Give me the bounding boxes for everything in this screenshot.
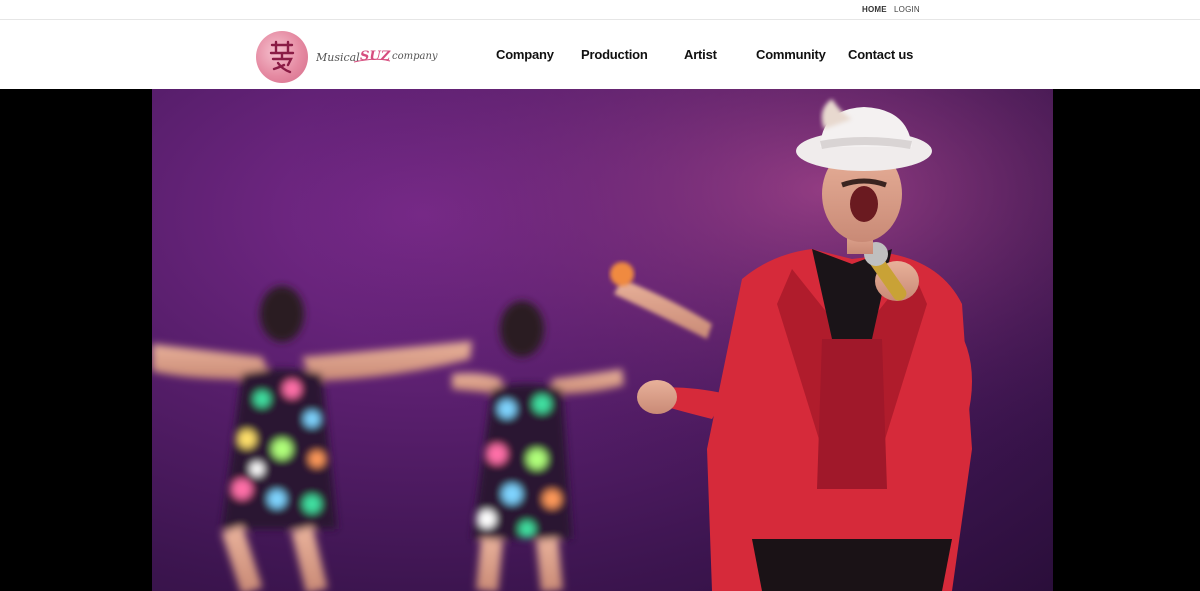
svg-text:Musical: Musical xyxy=(316,51,360,64)
svg-text:SUZ: SUZ xyxy=(360,49,391,64)
nav-production[interactable]: Production xyxy=(581,47,648,62)
logo-emblem xyxy=(256,31,308,83)
login-link[interactable]: LOGIN xyxy=(894,5,920,14)
hero-banner xyxy=(0,89,1200,591)
utility-bar: HOME LOGIN xyxy=(0,0,1200,20)
nav-contact-us[interactable]: Contact us xyxy=(848,47,913,62)
nav-community[interactable]: Community xyxy=(756,47,826,62)
nav-company[interactable]: Company xyxy=(496,47,554,62)
hero-image xyxy=(152,89,1053,591)
site-logo[interactable]: Musical SUZ company xyxy=(256,31,456,83)
logo-wordmark: Musical SUZ company xyxy=(316,49,438,64)
site-header: Musical SUZ company Company Production A… xyxy=(0,20,1200,89)
nav-artist[interactable]: Artist xyxy=(684,47,717,62)
calligraphy-glyph-icon xyxy=(269,40,295,74)
svg-text:company: company xyxy=(392,51,438,62)
stage-scene xyxy=(152,89,1053,591)
home-link[interactable]: HOME xyxy=(862,5,887,14)
